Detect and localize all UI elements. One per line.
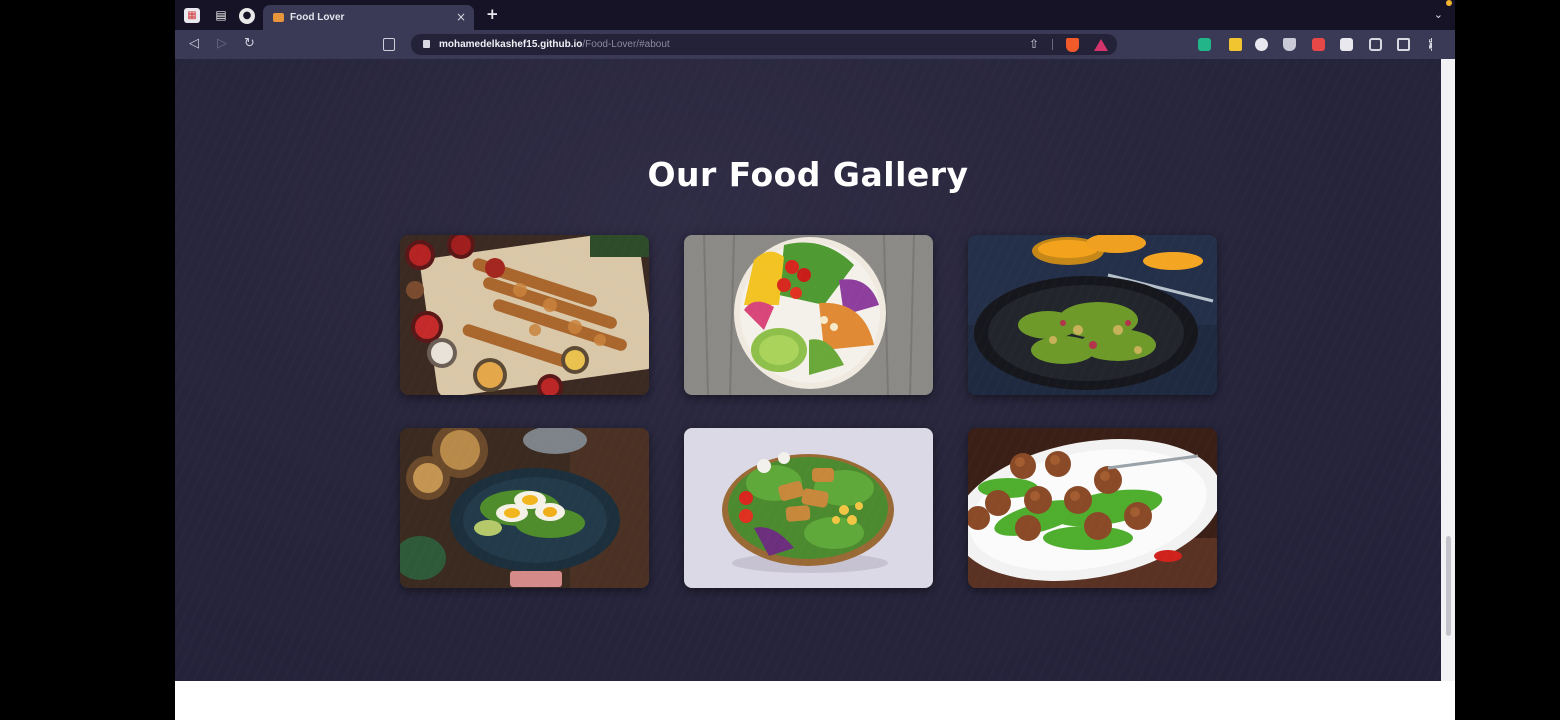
browser-toolbar: ◁ ▷ ↻ mohamedelkashef15.github.io/Food-L… [175,30,1455,59]
letterbox-left [0,0,175,720]
calendar-icon[interactable]: ▦ [184,8,200,23]
egg-avocado-plate-image [400,428,649,588]
gallery-photo-egg-avocado-plate[interactable] [400,428,649,588]
extension-icon[interactable] [1283,38,1296,51]
url-host: mohamedelkashef15.github.io [439,39,583,50]
tab-favicon-icon [273,13,284,22]
url-text[interactable]: mohamedelkashef15.github.io/Food-Lover/#… [439,38,670,51]
share-icon[interactable]: ⇧ [1029,37,1039,52]
extension-icon[interactable] [1255,38,1268,51]
url-path: /Food-Lover/#about [582,39,670,50]
extension-icon[interactable] [1229,38,1242,51]
brave-rewards-icon[interactable] [1094,39,1108,51]
forward-button[interactable]: ▷ [217,36,227,52]
tab-food-lover[interactable]: Food Lover × [263,5,474,30]
extension-icon[interactable] [1312,38,1325,51]
tab-title: Food Lover [290,12,345,23]
scrollbar-thumb[interactable] [1446,536,1451,636]
page-bottom-area [175,681,1455,720]
letterbox-right [1455,0,1560,720]
document-icon[interactable]: ▤ [213,8,229,23]
brave-shield-icon[interactable] [1066,38,1079,52]
address-bar[interactable]: mohamedelkashef15.github.io/Food-Lover/#… [411,34,1117,55]
lock-icon [423,40,430,48]
gallery-photo-chicken-salad-bowl[interactable] [684,428,933,588]
gallery-photo-meatballs-plate[interactable] [968,428,1217,588]
page-title: Our Food Gallery [647,155,969,194]
green-salad-plate-image [968,235,1217,395]
wallet-icon[interactable] [1397,38,1410,51]
gallery-photo-salad-bowl[interactable] [684,235,933,395]
sidebar-icon[interactable] [1369,38,1382,51]
notification-dot-icon [1446,0,1452,6]
gallery-photo-green-salad-plate[interactable] [968,235,1217,395]
github-icon[interactable]: ● [239,8,255,24]
new-tab-button[interactable]: + [486,6,499,23]
chevron-down-icon[interactable]: ⌄ [1434,8,1443,21]
back-button[interactable]: ◁ [189,36,199,52]
puzzle-extensions-icon[interactable] [1340,38,1353,51]
meatballs-plate-image [968,428,1217,588]
close-icon[interactable]: × [456,10,466,24]
food-gallery-grid [400,235,1218,589]
kebab-platter-image [400,235,649,395]
browser-window: ▦ ▤ ● Food Lover × + ⌄ ◁ ▷ ↻ mohamedelka… [175,0,1455,720]
chicken-salad-bowl-image [684,428,933,588]
page-viewport: Our Food Gallery [175,59,1441,681]
address-bar-divider [1052,39,1053,50]
reload-button[interactable]: ↻ [244,36,255,52]
salad-bowl-image [684,235,933,395]
menu-icon[interactable] [1429,38,1433,51]
tab-strip: ▦ ▤ ● Food Lover × + ⌄ [175,0,1455,30]
extension-icon[interactable] [1198,38,1211,51]
bookmark-icon[interactable] [383,38,395,51]
gallery-photo-kebab-platter[interactable] [400,235,649,395]
